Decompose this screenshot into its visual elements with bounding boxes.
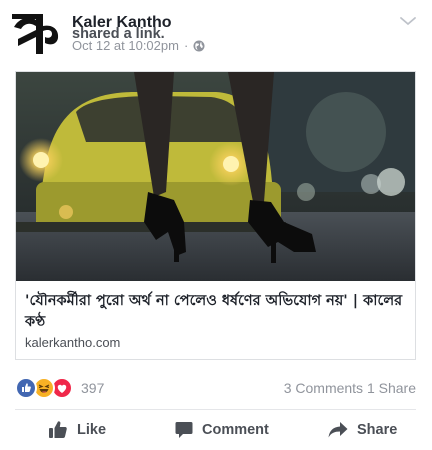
shares-count[interactable]: 1 Share [367,380,416,396]
share-button[interactable]: Share [328,410,397,450]
like-label: Like [77,422,107,438]
reaction-count[interactable]: 397 [81,380,104,396]
comments-count[interactable]: 3 Comments [284,380,363,396]
author-line: Kaler Kantho shared a link. [72,14,172,42]
share-label: Share [357,422,398,438]
comment-icon [175,422,193,438]
post-meta: Oct 12 at 10:02pm · [72,38,205,53]
link-domain: kalerkantho.com [25,335,121,350]
street-photo-illustration [16,72,415,281]
link-title[interactable]: 'যৌনকর্মীরা পুরো অর্থ না পেলেও ধর্ষণের অ… [25,291,409,333]
like-reaction-icon [15,377,37,399]
reactions-summary[interactable]: 397 [15,377,104,399]
meta-separator: · [183,38,189,53]
share-arrow-icon [328,422,348,438]
page-avatar[interactable] [12,12,60,56]
link-card[interactable]: 'যৌনকর্মীরা পুরো অর্থ না পেলেও ধর্ষণের অ… [15,71,416,360]
action-bar: Like Comment Share [0,410,432,450]
engagement-stats: 3 Comments 1 Share [284,380,416,396]
comment-label: Comment [202,422,269,438]
link-preview-image[interactable] [16,72,415,281]
comment-button[interactable]: Comment [175,410,269,450]
post-timestamp[interactable]: Oct 12 at 10:02pm [72,38,179,53]
chevron-down-icon[interactable] [398,14,418,28]
like-button[interactable]: Like [48,410,106,450]
thumbs-up-icon [49,421,67,438]
kaler-kantho-logo-icon [12,14,59,54]
post-header: Kaler Kantho shared a link. Oct 12 at 10… [0,0,432,60]
globe-icon [193,40,205,51]
